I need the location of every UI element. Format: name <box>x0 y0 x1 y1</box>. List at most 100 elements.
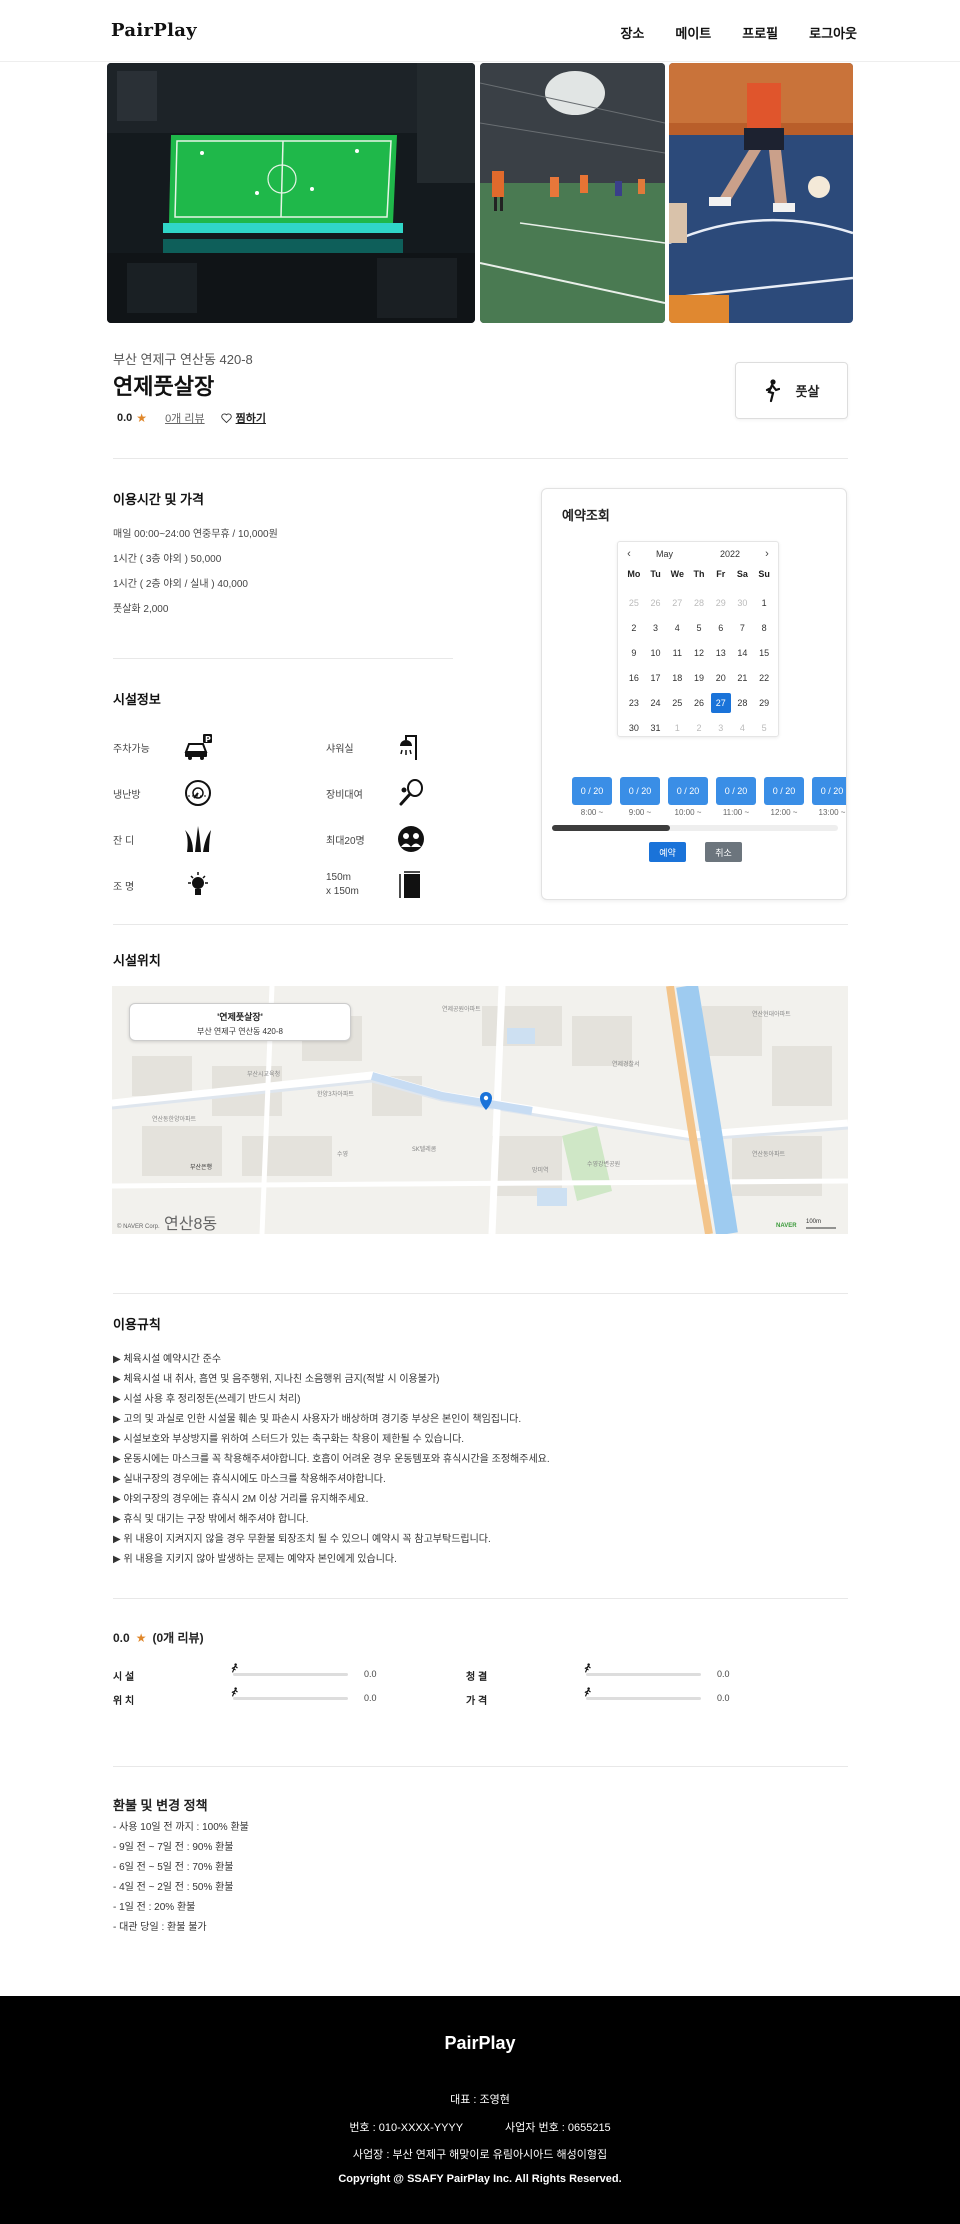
calendar-day[interactable]: 1 <box>753 593 775 613</box>
calendar-day[interactable]: 26 <box>688 693 710 713</box>
slot-scrollbar-thumb[interactable] <box>552 825 670 831</box>
calendar-day[interactable]: 17 <box>645 668 667 688</box>
calendar-month[interactable]: May <box>656 549 673 559</box>
calendar-day[interactable]: 11 <box>666 643 688 663</box>
calendar-day[interactable]: 3 <box>710 718 732 738</box>
star-icon: ★ <box>135 1630 147 1645</box>
calendar-day[interactable]: 16 <box>623 668 645 688</box>
calendar-day[interactable]: 20 <box>710 668 732 688</box>
calendar-day[interactable]: 9 <box>623 643 645 663</box>
nav-profile[interactable]: 프로필 <box>742 23 778 42</box>
place-name: 연제풋살장 <box>113 374 215 399</box>
map-district-label: 연산8동 <box>164 1216 218 1233</box>
calendar-day[interactable]: 28 <box>688 593 710 613</box>
calendar-weekday: Fr <box>716 569 726 579</box>
calendar-day[interactable]: 4 <box>732 718 754 738</box>
slot-scrollbar[interactable] <box>552 825 838 831</box>
calendar-day[interactable]: 8 <box>753 618 775 638</box>
time-slot-button[interactable]: 0 / 20 <box>572 777 612 805</box>
calendar-day[interactable]: 24 <box>645 693 667 713</box>
runner-icon <box>584 1663 591 1673</box>
runner-icon <box>765 378 780 402</box>
calendar-day[interactable]: 2 <box>623 618 645 638</box>
calendar-day[interactable]: 28 <box>732 693 754 713</box>
cancel-button[interactable]: 취소 <box>705 842 742 862</box>
facility-capacity: 최대20명 <box>326 822 526 856</box>
calendar-day[interactable]: 25 <box>666 693 688 713</box>
location-title: 시설위치 <box>113 953 161 968</box>
calendar-day[interactable]: 26 <box>645 593 667 613</box>
calendar-day[interactable]: 29 <box>710 593 732 613</box>
time-slot: 0 / 20 9:00 ~ <box>620 777 660 817</box>
calendar-day[interactable]: 1 <box>666 718 688 738</box>
footer-biz-number: 사업자 번호 : 0655215 <box>505 2122 611 2134</box>
calendar-day[interactable]: 4 <box>666 618 688 638</box>
calendar-day[interactable]: 5 <box>753 718 775 738</box>
calendar-day[interactable]: 12 <box>688 643 710 663</box>
site-logo[interactable]: PairPlay <box>111 20 197 41</box>
time-slot-button[interactable]: 0 / 20 <box>668 777 708 805</box>
hours-line: 1시간 ( 2층 야외 / 실내 ) 40,000 <box>113 579 248 590</box>
calendar-day[interactable]: 18 <box>666 668 688 688</box>
calendar-day[interactable]: 6 <box>710 618 732 638</box>
nav-places[interactable]: 장소 <box>620 23 644 42</box>
calendar-day[interactable]: 7 <box>732 618 754 638</box>
calendar-day[interactable]: 30 <box>623 718 645 738</box>
calendar-day[interactable]: 5 <box>688 618 710 638</box>
rule-item: ▶ 야외구장의 경우에는 휴식시 2M 이상 거리를 유지해주세요. <box>113 1494 369 1505</box>
location-map[interactable]: 한양3차아파트 연제공원아파트 연제경찰서 연산동한양아파트 부산시교육청 수영강변공원… <box>112 986 848 1234</box>
time-slot: 0 / 20 12:00 ~ <box>764 777 804 817</box>
rule-item: ▶ 실내구장의 경우에는 휴식시에도 마스크를 착용해주셔야합니다. <box>113 1474 386 1485</box>
calendar-day[interactable]: 10 <box>645 643 667 663</box>
next-month-icon[interactable]: › <box>760 548 774 560</box>
calendar-day[interactable]: 30 <box>732 593 754 613</box>
calendar-day[interactable]: 15 <box>753 643 775 663</box>
site-footer: PairPlay 대표 : 조영현 번호 : 010-XXXX-YYYY 사업자… <box>0 1996 960 2224</box>
time-slot-button[interactable]: 0 / 20 <box>764 777 804 805</box>
time-slot-button[interactable]: 0 / 20 <box>716 777 756 805</box>
sport-type-label: 풋살 <box>795 384 820 399</box>
calendar-day[interactable]: 13 <box>710 643 732 663</box>
booking-title: 예약조회 <box>562 508 610 523</box>
calendar-day[interactable]: 21 <box>732 668 754 688</box>
favorite-label: 찜하기 <box>235 413 266 425</box>
calendar-day[interactable]: 14 <box>732 643 754 663</box>
star-icon: ★ <box>136 411 148 425</box>
calendar-day[interactable]: 29 <box>753 693 775 713</box>
map-popup-address: 부산 연제구 연산동 420-8 <box>196 1027 283 1036</box>
review-count-link[interactable]: 0개 리뷰 <box>165 410 205 426</box>
calendar-day[interactable]: 22 <box>753 668 775 688</box>
calendar-day[interactable]: 31 <box>645 718 667 738</box>
time-slot-button[interactable]: 0 / 20 <box>812 777 846 805</box>
prev-month-icon[interactable]: ‹ <box>622 548 636 560</box>
reserve-button[interactable]: 예약 <box>649 842 686 862</box>
time-slot-label: 11:00 ~ <box>722 808 750 817</box>
photo-rooftop-field[interactable] <box>107 63 475 323</box>
calendar-day[interactable]: 19 <box>688 668 710 688</box>
photo-indoor-players[interactable] <box>480 63 665 323</box>
calendar-day[interactable]: 23 <box>623 693 645 713</box>
rule-item: ▶ 위 내용을 지키지 않아 발생하는 문제는 예약자 본인에게 있습니다. <box>113 1554 397 1565</box>
svg-text:SK텔레콤: SK텔레콤 <box>412 1145 437 1153</box>
hours-line: 매일 00:00~24:00 연중무휴 / 10,000원 <box>113 529 278 540</box>
nav-logout[interactable]: 로그아웃 <box>809 23 857 42</box>
favorite-button[interactable]: 찜하기 <box>220 410 266 426</box>
calendar-day[interactable]: 25 <box>623 593 645 613</box>
facility-title: 시설정보 <box>113 692 161 707</box>
calendar-day[interactable]: 3 <box>645 618 667 638</box>
calendar-day[interactable]: 27 <box>666 593 688 613</box>
date-calendar: ‹ May 2022 › Mo Tu We Th Fr Sa Su 25 26 27 28 29 30 1… <box>617 541 779 737</box>
review-count: (0개 리뷰) <box>152 1631 204 1645</box>
refund-item: - 9일 전 ~ 7일 전 : 90% 환불 <box>113 1842 234 1853</box>
time-slot-button[interactable]: 0 / 20 <box>620 777 660 805</box>
calendar-year[interactable]: 2022 <box>720 549 740 559</box>
people-icon <box>398 826 424 852</box>
photo-futsal-kick[interactable] <box>669 63 853 323</box>
nav-mates[interactable]: 메이트 <box>675 23 711 42</box>
runner-icon <box>584 1687 591 1697</box>
calendar-day-selected[interactable]: 27 <box>710 693 731 713</box>
thermostat-icon <box>185 780 211 806</box>
calendar-day[interactable]: 2 <box>688 718 710 738</box>
svg-text:연산현대아파트: 연산현대아파트 <box>752 1010 791 1018</box>
calendar-weekday: Mo <box>627 569 641 579</box>
